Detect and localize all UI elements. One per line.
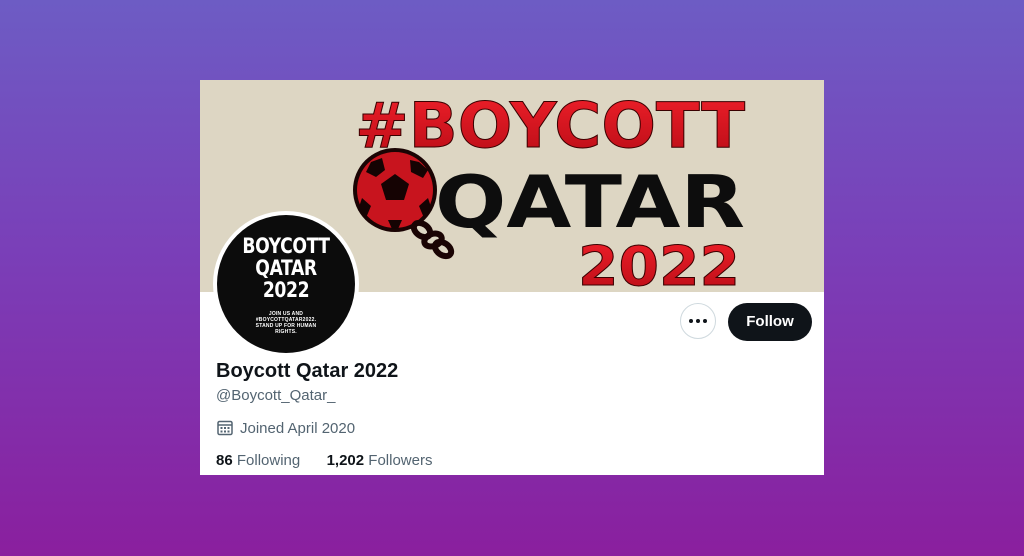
banner-line-2: QATAR [435,160,745,244]
banner-line-3: 2022 [578,235,740,292]
followers-count: 1,202 [326,452,365,469]
calendar-icon [217,420,233,436]
followers-label: Followers [368,452,433,469]
soccer-ball-icon [353,148,437,232]
profile-card: #BOYCOTT QATAR 2022 BOYCOTT QATAR 2022 J… [200,80,824,475]
user-handle: @Boycott_Qatar_ [216,387,336,404]
following-link[interactable]: 86 Following [216,452,304,469]
banner-line-1: #BOYCOTT [355,89,745,162]
following-count: 86 [216,452,233,469]
avatar[interactable]: BOYCOTT QATAR 2022 JOIN US AND #BOYCOTTQ… [213,211,359,357]
avatar-text-line-3: 2022 [262,278,310,302]
more-dots-icon [689,319,693,323]
more-dot [703,319,707,323]
more-options-button[interactable] [680,303,716,339]
joined-date: Joined April 2020 [216,419,355,437]
more-dot [696,319,700,323]
display-name: Boycott Qatar 2022 [216,360,399,382]
profile-stats: 86 Following 1,202 Followers [216,452,432,469]
followers-link[interactable]: 1,202 Followers [327,452,433,469]
avatar-image: BOYCOTT QATAR 2022 JOIN US AND #BOYCOTTQ… [217,215,355,353]
avatar-text-line-2: QATAR [255,256,317,280]
avatar-small-text: JOIN US AND #BOYCOTTQATAR2022. STAND UP … [255,311,317,335]
avatar-text-line-1: BOYCOTT [242,234,330,258]
follow-button[interactable]: Follow [728,303,812,341]
following-label: Following [236,452,301,469]
joined-label: Joined April 2020 [240,419,356,437]
